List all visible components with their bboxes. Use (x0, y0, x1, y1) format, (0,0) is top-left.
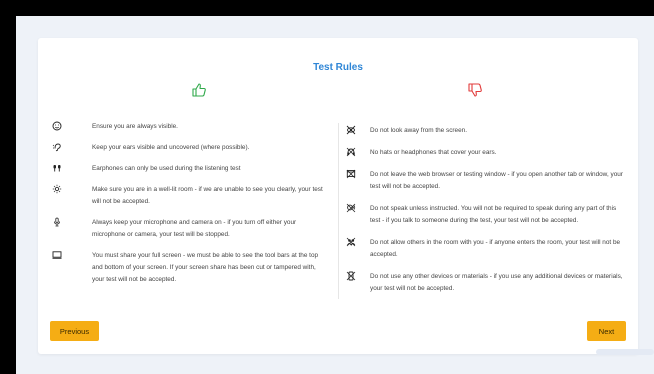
list-item: Do not allow others in the room with you… (336, 237, 628, 261)
list-item: Do not speak unless instructed. You will… (336, 203, 628, 227)
earphones-icon (53, 165, 61, 172)
ear-icon (52, 143, 61, 152)
page-title: Test Rules (313, 62, 363, 73)
light-icon (52, 184, 62, 194)
no-others-icon (346, 237, 356, 247)
list-item: No hats or headphones that cover your ea… (336, 147, 628, 159)
dont-rules-list: Do not look away from the screen. No hat… (336, 125, 628, 295)
list-item: Ensure you are always visible. (52, 121, 328, 133)
list-item: Earphones can only be used during the li… (52, 163, 328, 175)
faint-overlay (596, 349, 654, 355)
list-item: Do not leave the web browser or testing … (336, 169, 628, 193)
list-item: Always keep your microphone and camera o… (52, 217, 328, 241)
microphone-icon (54, 217, 60, 227)
no-devices-icon (346, 271, 356, 281)
list-item: Do not use any other devices or material… (336, 271, 628, 295)
thumbs-up-icon (192, 83, 206, 97)
do-rules-list: Ensure you are always visible. Keep your… (52, 121, 328, 286)
list-item: Do not look away from the screen. (336, 125, 628, 137)
rules-card: Test Rules Ensure you are always visible… (38, 38, 638, 354)
next-button[interactable]: Next (587, 321, 626, 341)
list-item: Keep your ears visible and uncovered (wh… (52, 142, 328, 154)
no-headwear-icon (346, 147, 356, 157)
face-icon (52, 121, 62, 131)
list-item: You must share your full screen - we mus… (52, 250, 328, 286)
screen-icon (52, 251, 62, 259)
no-browser-leave-icon (346, 169, 356, 179)
no-look-away-icon (346, 125, 356, 135)
no-speaking-icon (346, 203, 356, 213)
previous-button[interactable]: Previous (50, 321, 99, 341)
list-item: Make sure you are in a well-lit room - i… (52, 184, 328, 208)
thumbs-down-icon (468, 83, 482, 97)
